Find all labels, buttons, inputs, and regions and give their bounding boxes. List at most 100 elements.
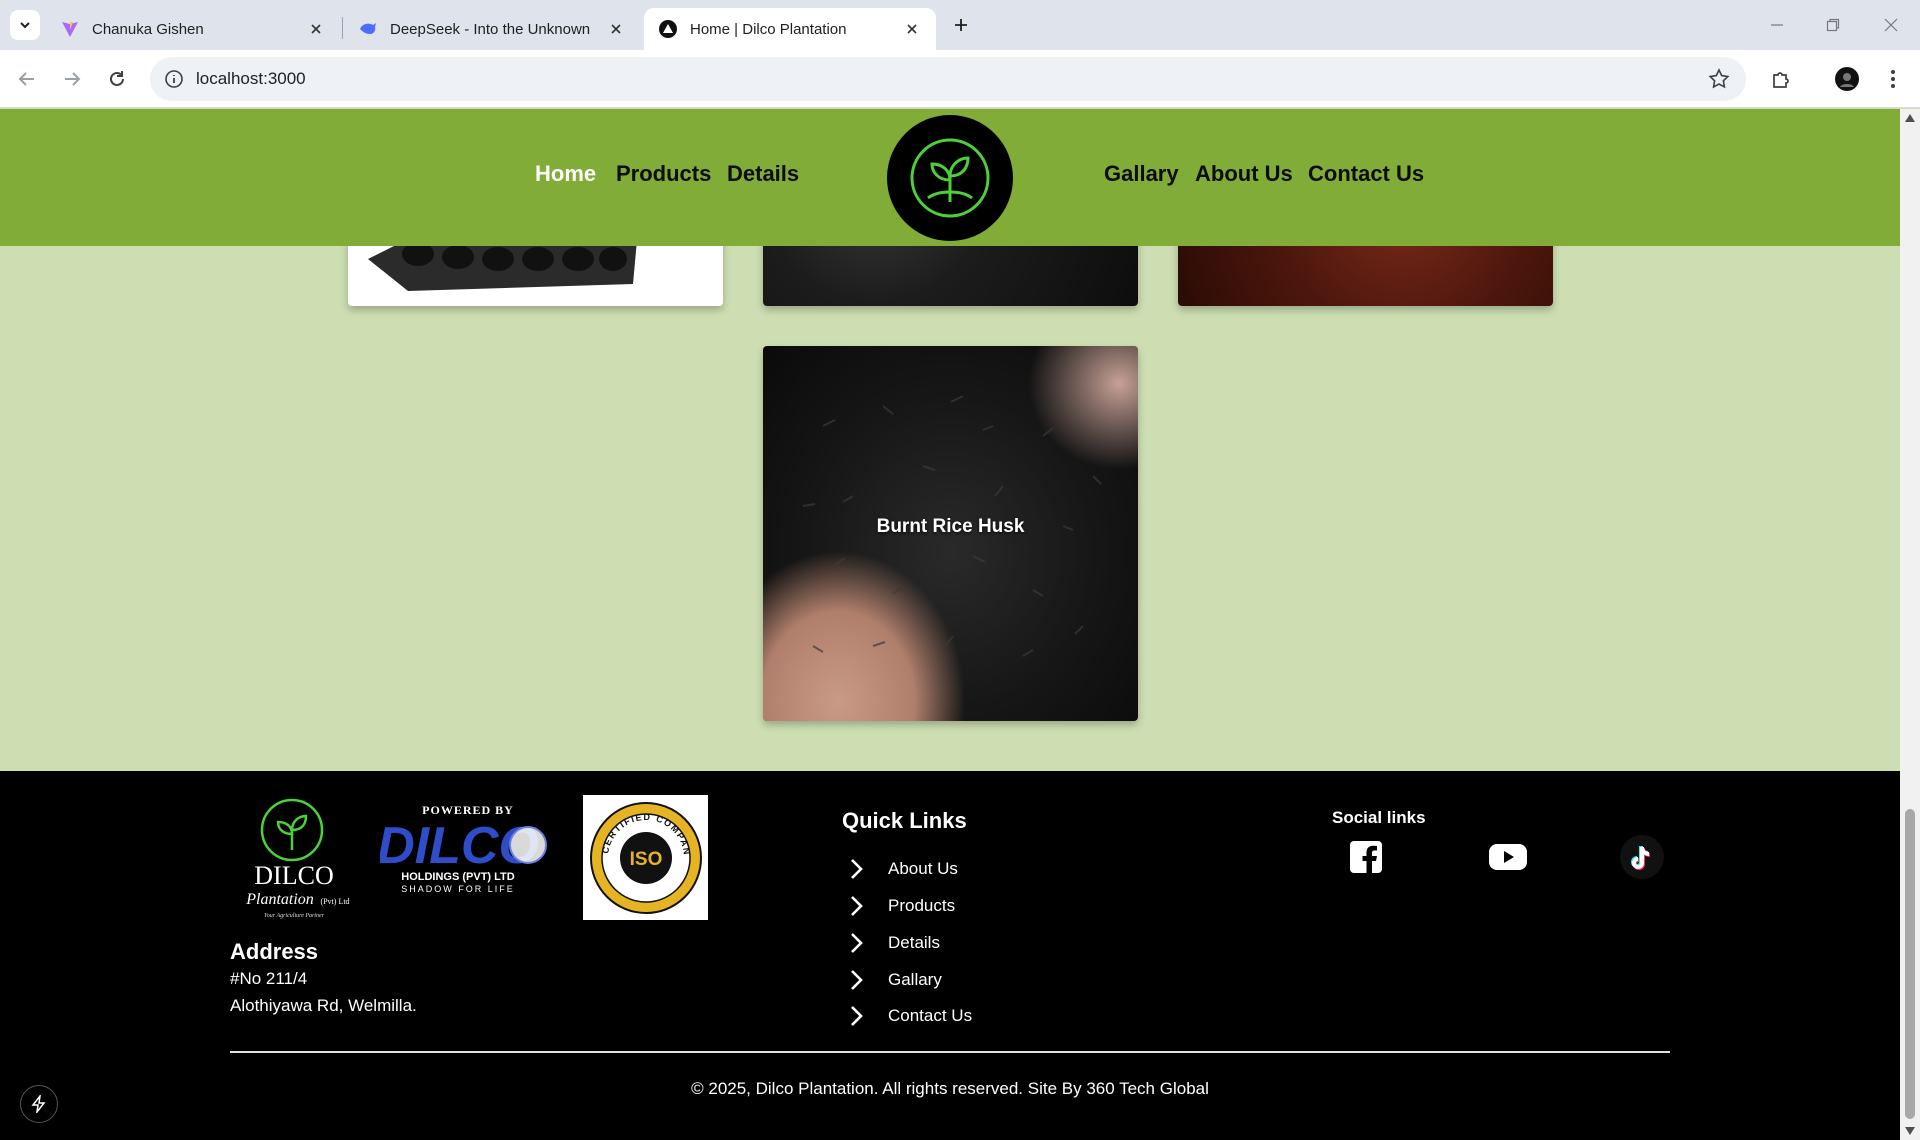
svg-text:POWERED BY: POWERED BY [422, 803, 514, 817]
tab-title: DeepSeek - Into the Unknown [390, 20, 591, 38]
profile-button[interactable] [1832, 64, 1862, 94]
tab-deepseek[interactable]: DeepSeek - Into the Unknown [344, 8, 640, 50]
svg-text:(Pvt) Ltd: (Pvt) Ltd [320, 897, 349, 906]
facebook-link[interactable] [1344, 835, 1388, 879]
footer-link-contact-us[interactable]: Contact Us [842, 1003, 972, 1029]
product-card-label: Burnt Rice Husk [876, 516, 1025, 537]
iso-certified-badge: ISO CERTIFIED COMPANY [583, 795, 708, 920]
svg-text:Plantation: Plantation [245, 891, 314, 908]
nav-about-us[interactable]: About Us [1195, 161, 1293, 187]
lightning-icon [31, 1095, 46, 1113]
page-viewport: Burnt Rice Husk Home Products Details Ga… [0, 109, 1900, 1140]
youtube-link[interactable] [1486, 835, 1530, 879]
tab-chanuka[interactable]: Chanuka Gishen [46, 8, 340, 50]
tiktok-icon [1620, 835, 1664, 879]
puzzle-icon [1773, 72, 1789, 88]
quick-links-title: Quick Links [842, 808, 967, 833]
site-logo[interactable] [887, 115, 1013, 241]
vite-icon [62, 22, 78, 37]
dilco-plantation-logo-graphic: DILCO Plantation (Pvt) Ltd Your Agricult… [245, 798, 350, 919]
back-button[interactable] [12, 64, 42, 94]
nav-home[interactable]: Home [535, 161, 596, 187]
extensions-button[interactable] [1766, 64, 1796, 94]
browser-tab-bar: Chanuka Gishen DeepSeek - Into the Unkno… [0, 0, 1920, 50]
copyright-text: © 2025, Dilco Plantation. All rights res… [691, 1079, 1209, 1098]
close-icon[interactable] [306, 19, 326, 39]
svg-text:DILCO: DILCO [254, 861, 333, 890]
deepseek-icon [360, 23, 376, 34]
footer-link-products[interactable]: Products [842, 893, 955, 919]
scrollbar-thumb[interactable] [1905, 809, 1915, 1119]
address-bar[interactable]: localhost:3000 [150, 57, 1746, 101]
footer-link-gallary[interactable]: Gallary [842, 967, 942, 993]
plant-logo-icon [910, 138, 990, 218]
minimize-button[interactable] [1762, 12, 1792, 38]
address-title: Address [230, 939, 319, 964]
address-line-2: Alothiyawa Rd, Welmilla. [230, 996, 417, 1015]
social-links-title: Social links [1332, 808, 1426, 827]
chevron-right-icon [851, 1006, 863, 1026]
chevron-right-icon [851, 970, 863, 990]
plus-icon [955, 19, 967, 31]
dev-tools-button[interactable] [20, 1085, 58, 1123]
footer-link-label: Gallary [888, 970, 942, 989]
kebab-menu-icon [1891, 70, 1895, 88]
tab-dilco[interactable]: Home | Dilco Plantation [644, 8, 936, 50]
youtube-icon [1489, 844, 1527, 870]
avatar [1835, 67, 1859, 91]
iso-badge-graphic: ISO CERTIFIED COMPANY [588, 800, 702, 914]
footer-link-label: Products [888, 896, 956, 915]
close-icon[interactable] [606, 19, 626, 39]
svg-text:HOLDINGS (PVT) LTD: HOLDINGS (PVT) LTD [401, 871, 515, 883]
tab-search-button[interactable] [10, 10, 40, 40]
chevron-right-icon [851, 896, 863, 916]
url-text[interactable]: localhost:3000 [196, 69, 306, 89]
restore-icon [1826, 18, 1840, 32]
svg-text:SHADOW FOR LIFE: SHADOW FOR LIFE [401, 884, 515, 894]
tab-title: Chanuka Gishen [92, 20, 204, 38]
scroll-up-arrow-icon[interactable] [1904, 113, 1916, 123]
chevron-right-icon [851, 933, 863, 953]
footer-link-label: Details [888, 933, 940, 952]
product-card-burnt-rice-husk[interactable]: Burnt Rice Husk [763, 346, 1138, 721]
footer-link-about-us[interactable]: About Us [842, 856, 958, 882]
site-footer: DILCO Plantation (Pvt) Ltd Your Agricult… [0, 771, 1900, 1140]
forward-button[interactable] [57, 64, 87, 94]
arrow-left-icon [18, 72, 34, 86]
chevron-right-icon [851, 859, 863, 879]
reload-button[interactable] [102, 64, 132, 94]
page-scrollbar[interactable] [1900, 109, 1920, 1140]
close-icon[interactable] [902, 19, 922, 39]
address-line-1: #No 211/4 [230, 969, 308, 988]
info-icon[interactable] [164, 69, 184, 89]
chevron-down-icon [20, 22, 30, 29]
svg-text:Your Agriculture Partner: Your Agriculture Partner [264, 913, 325, 919]
bookmark-star-icon[interactable] [1708, 68, 1730, 90]
dilco-holdings-logo: POWERED BY DILCO HOLDINGS (PVT) LTD SHAD… [377, 799, 556, 899]
scroll-down-arrow-icon[interactable] [1904, 1126, 1916, 1136]
close-window-button[interactable] [1876, 12, 1906, 38]
svg-text:ISO: ISO [629, 849, 662, 870]
nav-products[interactable]: Products [616, 161, 711, 187]
footer-link-label: About Us [888, 859, 958, 878]
footer-divider [230, 1051, 1670, 1053]
new-tab-button[interactable] [948, 12, 974, 38]
dilco-plantation-logo: DILCO Plantation (Pvt) Ltd Your Agricult… [230, 798, 358, 923]
minimize-icon [1771, 24, 1783, 26]
nav-gallary[interactable]: Gallary [1104, 161, 1179, 187]
nextjs-icon [659, 20, 677, 38]
browser-menu-button[interactable] [1878, 64, 1908, 94]
tab-separator [342, 17, 343, 39]
browser-toolbar: localhost:3000 [0, 50, 1920, 108]
tab-title: Home | Dilco Plantation [690, 20, 847, 38]
footer-link-label: Contact Us [888, 1006, 973, 1025]
tiktok-link[interactable] [1620, 835, 1664, 879]
nav-details[interactable]: Details [727, 161, 799, 187]
footer-link-details[interactable]: Details [842, 930, 940, 956]
nav-contact-us[interactable]: Contact Us [1308, 161, 1424, 187]
facebook-icon [1350, 841, 1382, 873]
site-header: Home Products Details Gallary About Us C… [0, 109, 1900, 246]
restore-button[interactable] [1818, 12, 1848, 38]
reload-icon [110, 71, 124, 86]
close-icon [1884, 18, 1898, 32]
